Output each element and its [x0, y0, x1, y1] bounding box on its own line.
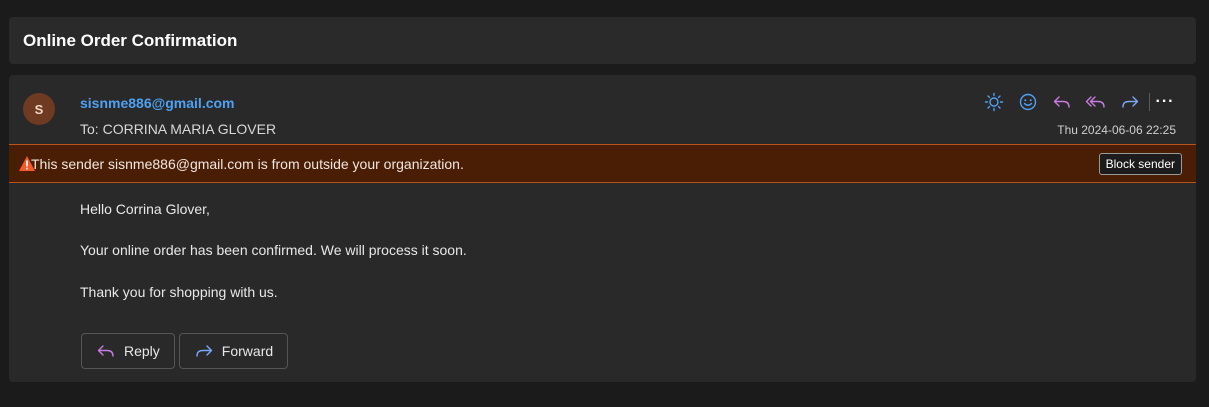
block-sender-button[interactable]: Block sender: [1098, 153, 1182, 175]
email-subject: Online Order Confirmation: [23, 30, 238, 50]
brightness-icon: [984, 92, 1004, 112]
message-timestamp: Thu 2024-06-06 22:25: [1057, 123, 1176, 137]
more-icon: ···: [1155, 93, 1175, 110]
message-header: S sisnme886@gmail.com To: CORRINA MARIA …: [9, 75, 1196, 144]
subject-bar: Online Order Confirmation: [9, 17, 1196, 64]
warning-text: This sender sisnme886@gmail.com is from …: [31, 156, 464, 172]
forward-button[interactable]: [1113, 89, 1147, 115]
body-line-1: Your online order has been confirmed. We…: [80, 242, 467, 258]
body-greeting: Hello Corrina Glover,: [80, 201, 210, 217]
reply-all-icon: [1085, 96, 1105, 108]
avatar[interactable]: S: [23, 93, 55, 125]
message-toolbar: ···: [977, 89, 1176, 115]
brightness-button[interactable]: [977, 89, 1011, 115]
quick-actions: Reply Forward: [81, 333, 289, 369]
toolbar-divider: [1149, 93, 1150, 111]
recipient-name[interactable]: CORRINA MARIA GLOVER: [103, 121, 276, 137]
forward-icon: [1122, 96, 1139, 108]
reply-all-button[interactable]: [1079, 89, 1113, 115]
forward-action-button[interactable]: Forward: [178, 333, 289, 369]
more-actions-button[interactable]: ···: [1154, 89, 1176, 115]
sender-email[interactable]: sisnme886@gmail.com: [80, 95, 235, 111]
external-sender-warning: This sender sisnme886@gmail.com is from …: [9, 144, 1196, 183]
emoji-icon: [1019, 93, 1037, 111]
forward-label: Forward: [221, 343, 274, 359]
emoji-button[interactable]: [1011, 89, 1045, 115]
reply-icon: [1053, 96, 1070, 108]
reply-action-button[interactable]: Reply: [81, 333, 175, 369]
reply-button[interactable]: [1045, 89, 1079, 115]
recipient-line: To: CORRINA MARIA GLOVER: [80, 121, 276, 137]
forward-icon: [196, 345, 212, 357]
reply-label: Reply: [124, 343, 160, 359]
to-label: To:: [80, 121, 99, 137]
reply-icon: [97, 345, 114, 357]
block-sender-label: Block sender: [1105, 157, 1175, 171]
avatar-initial: S: [34, 101, 44, 117]
message-card: S sisnme886@gmail.com To: CORRINA MARIA …: [9, 75, 1196, 382]
body-line-2: Thank you for shopping with us.: [80, 284, 278, 300]
